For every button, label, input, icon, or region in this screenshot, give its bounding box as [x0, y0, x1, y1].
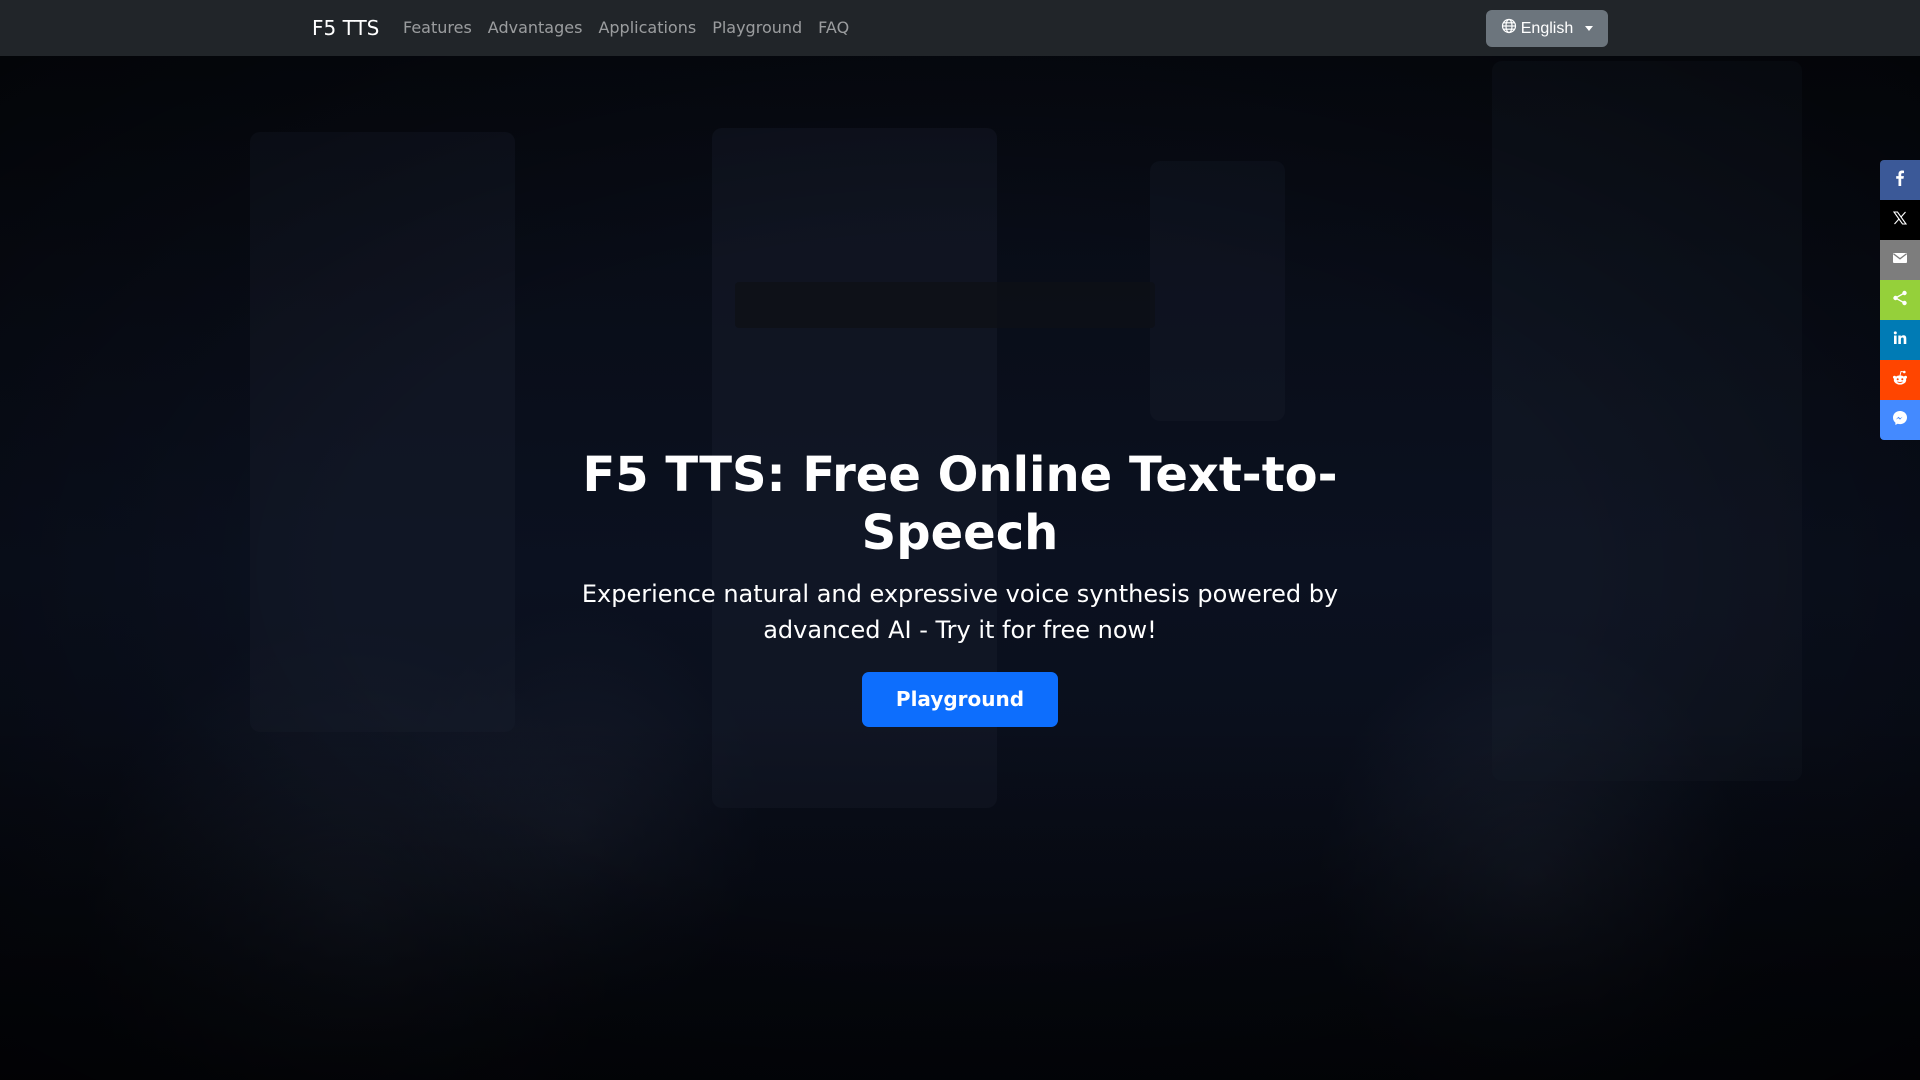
reddit-icon [1892, 370, 1908, 390]
share-email-button[interactable] [1880, 240, 1920, 280]
nav-links: Features Advantages Applications Playgro… [395, 0, 857, 56]
hero-title: F5 TTS: Free Online Text-to-Speech [582, 447, 1338, 561]
x-icon [1892, 210, 1908, 230]
chevron-down-icon [1585, 26, 1594, 31]
social-share-bar [1880, 160, 1920, 440]
brand-link[interactable]: F5 TTS [312, 15, 379, 41]
share-messenger-button[interactable] [1880, 400, 1920, 440]
globe-icon [1501, 18, 1517, 39]
share-reddit-button[interactable] [1880, 360, 1920, 400]
facebook-icon [1892, 170, 1908, 190]
share-facebook-button[interactable] [1880, 160, 1920, 200]
nav-link-features[interactable]: Features [395, 16, 480, 40]
language-label: English [1520, 19, 1574, 37]
playground-button[interactable]: Playground [862, 672, 1058, 727]
language-dropdown-button[interactable]: English [1486, 10, 1608, 47]
messenger-icon [1892, 410, 1908, 430]
share-generic-button[interactable] [1880, 280, 1920, 320]
nav-link-applications[interactable]: Applications [590, 16, 704, 40]
nav-link-advantages[interactable]: Advantages [480, 16, 591, 40]
linkedin-icon [1892, 330, 1908, 350]
nav-link-playground[interactable]: Playground [704, 16, 810, 40]
email-icon [1892, 250, 1908, 270]
share-icon [1892, 290, 1908, 310]
hero-subtitle: Experience natural and expressive voice … [581, 580, 1339, 644]
navbar: F5 TTS Features Advantages Applications … [0, 0, 1920, 56]
share-x-button[interactable] [1880, 200, 1920, 240]
hero-content: F5 TTS: Free Online Text-to-Speech Exper… [560, 446, 1360, 727]
share-linkedin-button[interactable] [1880, 320, 1920, 360]
nav-link-faq[interactable]: FAQ [810, 16, 857, 40]
